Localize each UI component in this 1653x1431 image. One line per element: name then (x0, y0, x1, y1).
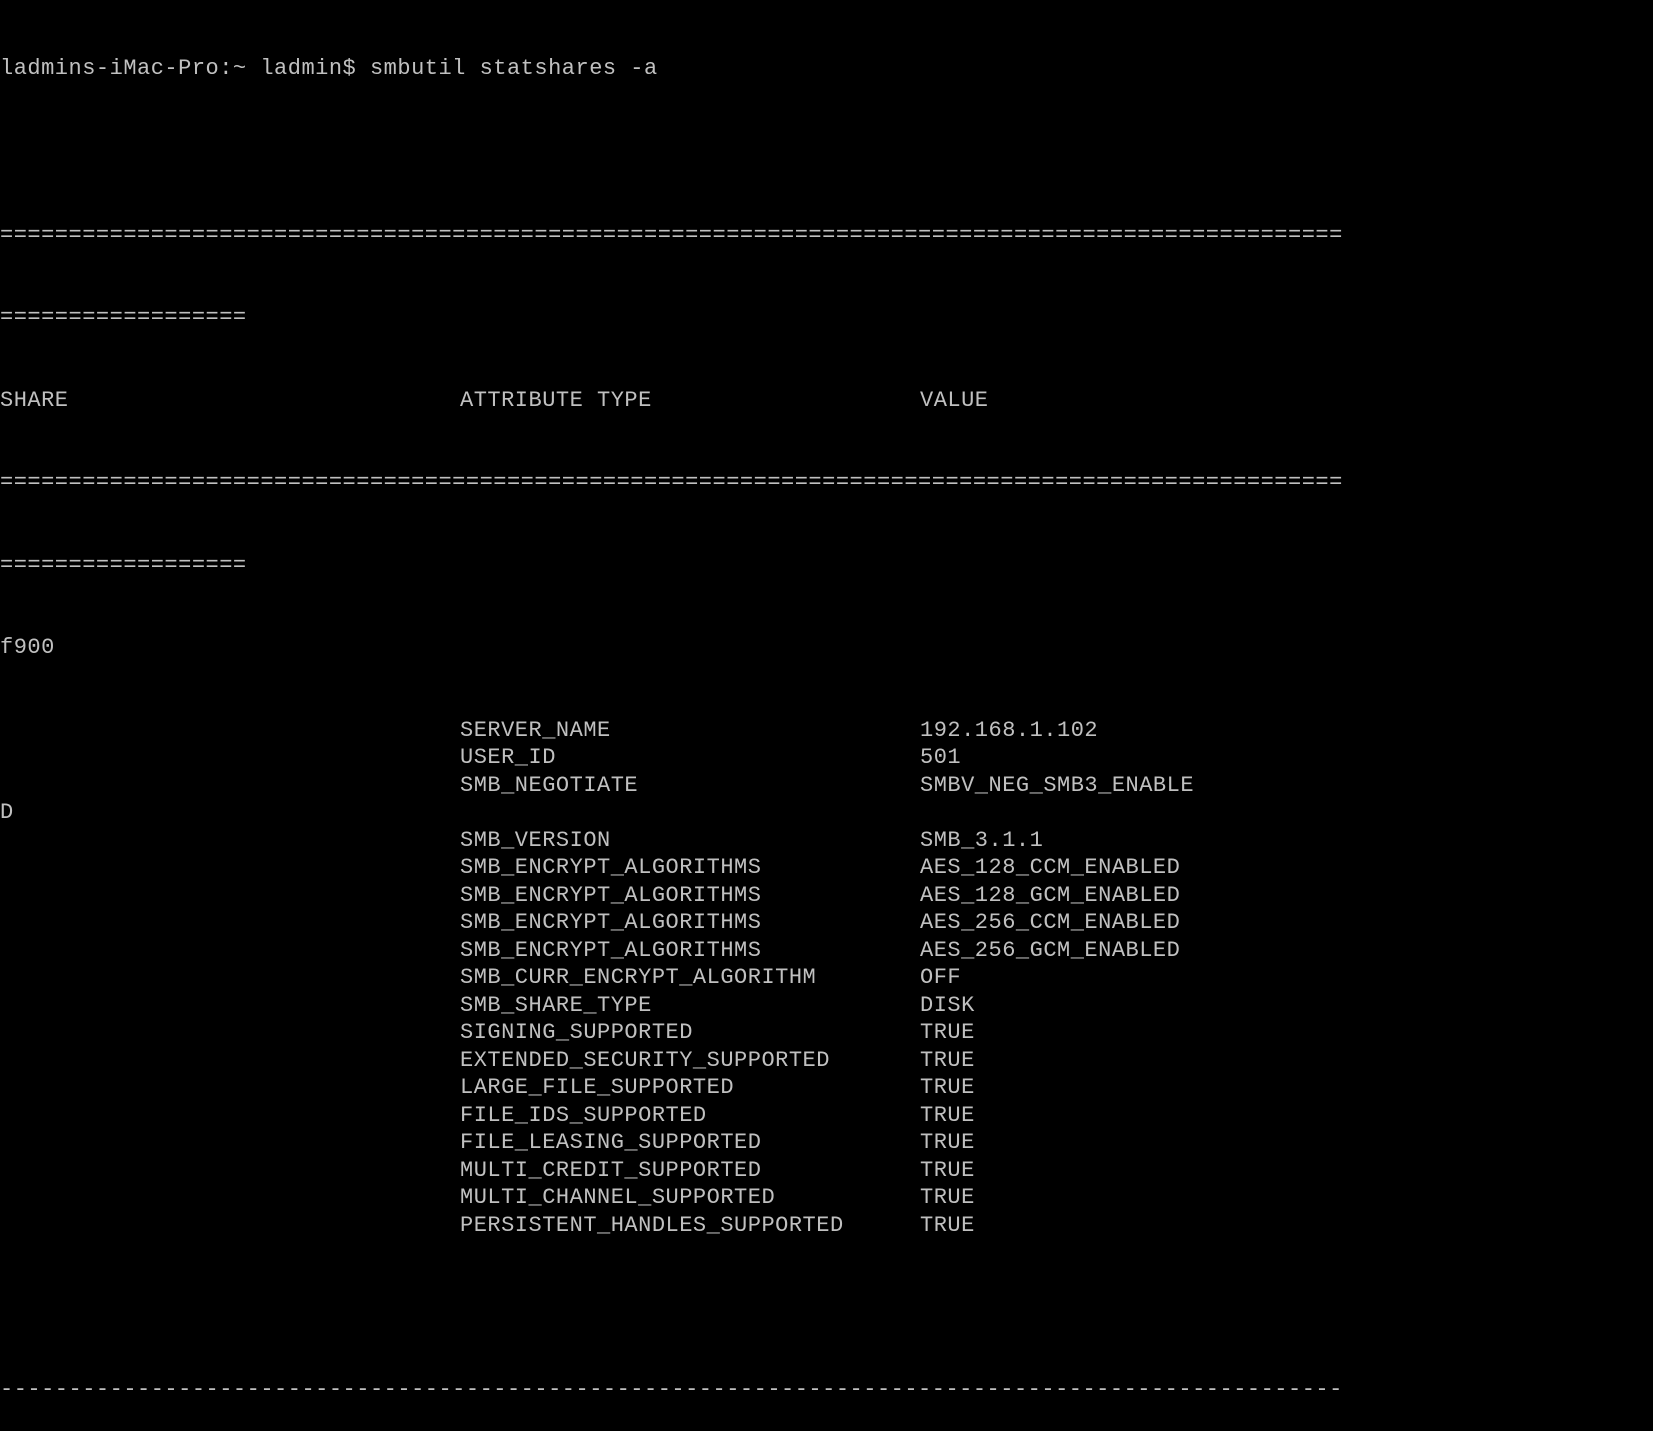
attribute-row: LARGE_FILE_SUPPORTEDTRUE (0, 1074, 1653, 1102)
separator-line-wrap: ================== (0, 304, 1653, 332)
attribute-row: SMB_NEGOTIATESMBV_NEG_SMB3_ENABLE (0, 772, 1653, 800)
attribute-value (920, 799, 1653, 827)
share-name: f900 (0, 634, 1653, 662)
attribute-value: SMB_3.1.1 (920, 827, 1653, 855)
attribute-row: PERSISTENT_HANDLES_SUPPORTEDTRUE (0, 1212, 1653, 1240)
share-column (0, 992, 460, 1020)
share-column (0, 964, 460, 992)
attribute-value: TRUE (920, 1184, 1653, 1212)
share-column (0, 772, 460, 800)
attribute-row: SIGNING_SUPPORTEDTRUE (0, 1019, 1653, 1047)
attribute-value: AES_256_GCM_ENABLED (920, 937, 1653, 965)
attribute-type: SERVER_NAME (460, 717, 920, 745)
terminal-output[interactable]: ladmins-iMac-Pro:~ ladmin$ smbutil stats… (0, 0, 1653, 1431)
header-row: SHAREATTRIBUTE TYPEVALUE (0, 387, 1653, 415)
command-prompt: ladmins-iMac-Pro:~ ladmin$ smbutil stats… (0, 55, 1653, 83)
separator-line-wrap: ================== (0, 552, 1653, 580)
attribute-value: TRUE (920, 1047, 1653, 1075)
attribute-value: DISK (920, 992, 1653, 1020)
share-column (0, 909, 460, 937)
attribute-value: TRUE (920, 1102, 1653, 1130)
share-column (0, 937, 460, 965)
header-attribute: ATTRIBUTE TYPE (460, 387, 920, 415)
share-column (0, 1157, 460, 1185)
attribute-row: SMB_ENCRYPT_ALGORITHMSAES_128_CCM_ENABLE… (0, 854, 1653, 882)
attribute-type: FILE_IDS_SUPPORTED (460, 1102, 920, 1130)
share-column (0, 744, 460, 772)
attribute-type: FILE_LEASING_SUPPORTED (460, 1129, 920, 1157)
attribute-value: TRUE (920, 1157, 1653, 1185)
attribute-value: TRUE (920, 1074, 1653, 1102)
attribute-value: AES_128_GCM_ENABLED (920, 882, 1653, 910)
attribute-row: FILE_IDS_SUPPORTEDTRUE (0, 1102, 1653, 1130)
attribute-value: SMBV_NEG_SMB3_ENABLE (920, 772, 1653, 800)
attribute-row: SERVER_NAME192.168.1.102 (0, 717, 1653, 745)
attribute-type: SMB_ENCRYPT_ALGORITHMS (460, 909, 920, 937)
attribute-type: PERSISTENT_HANDLES_SUPPORTED (460, 1212, 920, 1240)
attribute-row: SMB_SHARE_TYPEDISK (0, 992, 1653, 1020)
share-column (0, 1047, 460, 1075)
share-column (0, 1019, 460, 1047)
attribute-type: SMB_NEGOTIATE (460, 772, 920, 800)
share-column (0, 1102, 460, 1130)
share-column: D (0, 799, 460, 827)
attribute-value: 192.168.1.102 (920, 717, 1653, 745)
attribute-row: D (0, 799, 1653, 827)
attribute-value: TRUE (920, 1129, 1653, 1157)
share-column (0, 1212, 460, 1240)
attribute-value: AES_256_CCM_ENABLED (920, 909, 1653, 937)
attribute-type: USER_ID (460, 744, 920, 772)
separator-line: ========================================… (0, 469, 1653, 497)
attribute-value: 501 (920, 744, 1653, 772)
attribute-type: LARGE_FILE_SUPPORTED (460, 1074, 920, 1102)
attribute-value: TRUE (920, 1212, 1653, 1240)
share-column (0, 854, 460, 882)
attribute-row: SMB_ENCRYPT_ALGORITHMSAES_128_GCM_ENABLE… (0, 882, 1653, 910)
attribute-row: SMB_ENCRYPT_ALGORITHMSAES_256_CCM_ENABLE… (0, 909, 1653, 937)
attribute-value: TRUE (920, 1019, 1653, 1047)
attribute-value: OFF (920, 964, 1653, 992)
attribute-type: SMB_VERSION (460, 827, 920, 855)
header-value: VALUE (920, 387, 1653, 415)
share-column (0, 1129, 460, 1157)
attribute-row: SMB_ENCRYPT_ALGORITHMSAES_256_GCM_ENABLE… (0, 937, 1653, 965)
share-column (0, 1074, 460, 1102)
attribute-type (460, 799, 920, 827)
attribute-type: MULTI_CHANNEL_SUPPORTED (460, 1184, 920, 1212)
attribute-row: EXTENDED_SECURITY_SUPPORTEDTRUE (0, 1047, 1653, 1075)
share-column (0, 717, 460, 745)
header-share: SHARE (0, 387, 460, 415)
separator-line: ========================================… (0, 222, 1653, 250)
attribute-type: SIGNING_SUPPORTED (460, 1019, 920, 1047)
attribute-row: FILE_LEASING_SUPPORTEDTRUE (0, 1129, 1653, 1157)
share-column (0, 827, 460, 855)
attribute-value: AES_128_CCM_ENABLED (920, 854, 1653, 882)
attribute-row: MULTI_CREDIT_SUPPORTEDTRUE (0, 1157, 1653, 1185)
dash-separator: ----------------------------------------… (0, 1376, 1653, 1404)
attribute-type: SMB_ENCRYPT_ALGORITHMS (460, 854, 920, 882)
attribute-type: SMB_ENCRYPT_ALGORITHMS (460, 937, 920, 965)
share-column (0, 1184, 460, 1212)
share-column (0, 882, 460, 910)
attribute-type: SMB_ENCRYPT_ALGORITHMS (460, 882, 920, 910)
attribute-type: EXTENDED_SECURITY_SUPPORTED (460, 1047, 920, 1075)
attribute-row: SMB_CURR_ENCRYPT_ALGORITHMOFF (0, 964, 1653, 992)
attribute-row: USER_ID501 (0, 744, 1653, 772)
attribute-row: SMB_VERSIONSMB_3.1.1 (0, 827, 1653, 855)
attribute-type: MULTI_CREDIT_SUPPORTED (460, 1157, 920, 1185)
attribute-type: SMB_SHARE_TYPE (460, 992, 920, 1020)
attribute-type: SMB_CURR_ENCRYPT_ALGORITHM (460, 964, 920, 992)
attribute-row: MULTI_CHANNEL_SUPPORTEDTRUE (0, 1184, 1653, 1212)
